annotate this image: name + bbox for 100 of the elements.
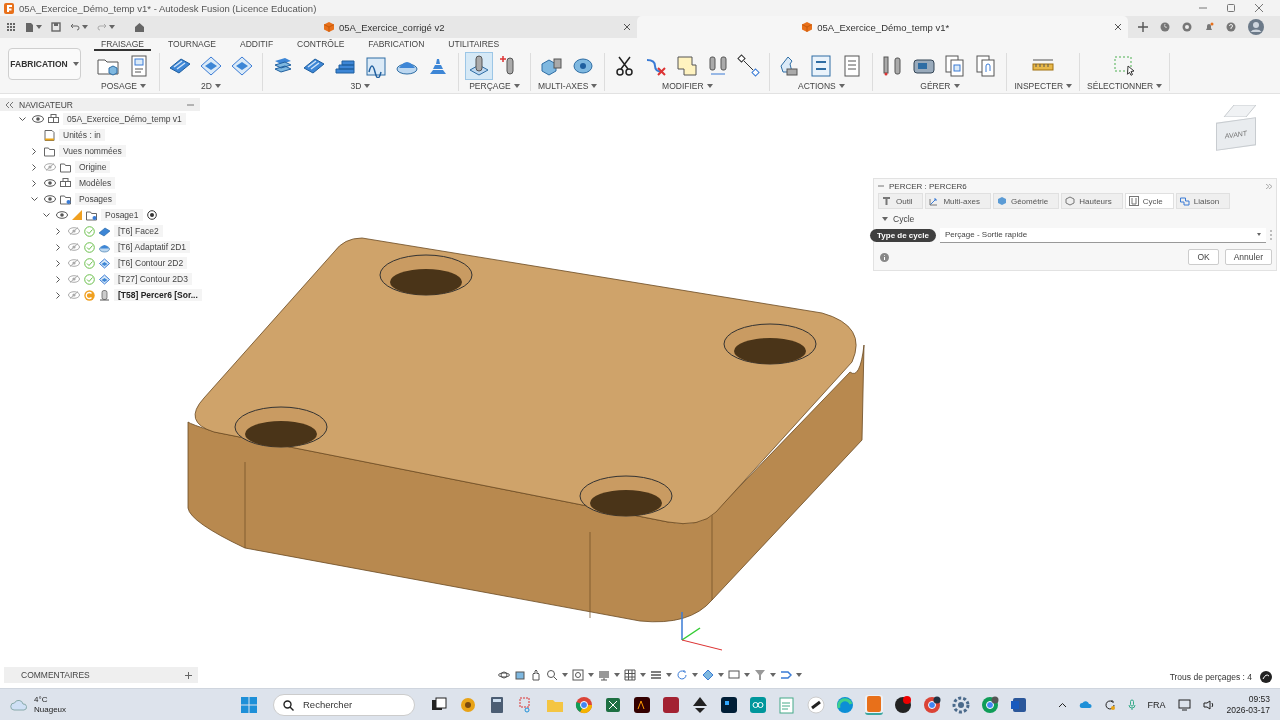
chevron-down-icon[interactable] (30, 196, 38, 202)
tree-item-label[interactable]: Posages (75, 193, 117, 205)
dialog-tab[interactable]: Outil (878, 193, 924, 209)
dialog-tab[interactable]: Liaison (1175, 193, 1231, 209)
start-icon[interactable] (240, 695, 258, 714)
app-tile-icon[interactable] (720, 695, 738, 714)
funnel-icon[interactable] (754, 669, 766, 681)
monitor-icon[interactable] (728, 669, 740, 681)
ribbon-group-menu[interactable]: 2D (201, 81, 221, 91)
cloud-icon[interactable] (1078, 700, 1092, 709)
tree-item-label[interactable]: [T6] Contour 2D2 (114, 257, 188, 269)
document-icon[interactable] (1010, 695, 1028, 714)
gear-icon[interactable] (952, 695, 970, 714)
chevron-right-icon[interactable] (31, 179, 37, 187)
drill-bit-icon[interactable] (466, 53, 492, 79)
refresh-icon[interactable] (676, 669, 688, 681)
eye-icon[interactable] (56, 211, 68, 219)
workspace-dropdown[interactable]: FABRICATION (8, 48, 81, 80)
clock-icon[interactable] (1160, 22, 1170, 32)
app-tile-icon[interactable] (662, 695, 680, 714)
ribbon-tab[interactable]: ADDITIF (233, 38, 281, 51)
plus-icon[interactable] (185, 671, 192, 679)
ribbon-tab[interactable]: UTILITAIRES (441, 38, 507, 51)
ribbon-tab[interactable]: FABRICATION (361, 38, 432, 51)
zoom-window-icon[interactable] (572, 669, 584, 681)
zoom-icon[interactable] (546, 669, 558, 681)
tree-item-label[interactable]: Modèles (75, 177, 116, 189)
browser-icon[interactable] (981, 695, 999, 714)
dialog-tab[interactable]: Hauteurs (1061, 193, 1123, 209)
tree-item-label[interactable]: [T6] Adaptatif 2D1 (114, 241, 191, 253)
close-icon[interactable] (1114, 23, 1122, 31)
orbit-icon[interactable] (498, 669, 510, 681)
ribbon-group-menu[interactable]: PERÇAGE (469, 81, 520, 91)
tree-item-label[interactable]: Origine (75, 161, 111, 173)
ribbon-group-menu[interactable]: 3D (350, 81, 371, 91)
ok-button[interactable]: OK (1188, 249, 1219, 265)
chevron-right-icon[interactable] (55, 243, 61, 251)
dialog-tab[interactable]: Géométrie (992, 193, 1060, 209)
search-field[interactable]: Rechercher (273, 693, 415, 716)
document-tab[interactable]: 05A_Exercice_Démo_temp v1* (636, 16, 1128, 38)
ribbon-tab[interactable]: FRAISAGE (94, 38, 151, 51)
hand-icon[interactable] (530, 669, 542, 681)
record-icon[interactable] (894, 695, 912, 714)
chevron-right-icon[interactable] (31, 163, 37, 171)
tree-item-label[interactable]: Unités : in (59, 129, 105, 141)
chevron-right-icon[interactable] (55, 259, 61, 267)
ribbon-group-menu[interactable]: SÉLECTIONNER (1087, 81, 1163, 91)
chevron-down-icon[interactable] (42, 212, 50, 218)
ribbon-group-menu[interactable]: POSAGE (101, 81, 146, 91)
tree-item-label[interactable]: [T27] Contour 2D3 (114, 273, 192, 285)
speaker-icon[interactable] (1202, 699, 1215, 710)
close-icon[interactable] (622, 23, 631, 31)
tree-item-label[interactable]: [T58] Percer6 [Sor... (114, 289, 202, 301)
look-at-icon[interactable] (514, 669, 526, 681)
ribbon-tab[interactable]: TOURNAGE (161, 38, 223, 51)
display-icon[interactable] (598, 669, 610, 681)
app-tile-icon[interactable] (865, 694, 883, 715)
tree-item-label[interactable]: Posage1 (101, 209, 143, 221)
chevron-up-icon[interactable] (1057, 701, 1067, 708)
bell-icon[interactable] (1204, 22, 1214, 32)
chevron-down-icon[interactable] (18, 116, 26, 122)
circle-logo-icon[interactable] (807, 695, 825, 714)
spreadsheet-icon[interactable] (604, 695, 622, 714)
network-icon[interactable] (1177, 698, 1191, 711)
cancel-button[interactable]: Annuler (1224, 249, 1272, 265)
job-status-icon[interactable] (1182, 22, 1192, 32)
eye-icon[interactable] (44, 195, 56, 203)
ribbon-group-menu[interactable]: ACTIONS (798, 81, 845, 91)
calculator-icon[interactable] (488, 695, 506, 714)
eye-icon[interactable] (44, 179, 56, 187)
dialog-tab[interactable]: Cycle (1124, 193, 1174, 209)
app-tile-icon[interactable] (633, 695, 651, 714)
tree-item-label[interactable]: 05A_Exercice_Démo_temp v1 (63, 113, 186, 125)
cycle-type-dropdown[interactable]: Perçage - Sortie rapide (939, 227, 1266, 243)
tree-item-label[interactable]: [T6] Face2 (114, 225, 163, 237)
plus-icon[interactable] (1138, 22, 1148, 32)
close-icon[interactable] (1254, 3, 1264, 13)
file-icon[interactable] (25, 21, 34, 33)
undo-icon[interactable] (70, 23, 80, 31)
save-icon[interactable] (51, 22, 61, 32)
tool-path-icon[interactable] (780, 669, 792, 681)
tree-item-label[interactable]: Vues nommées (59, 145, 126, 157)
dialog-tab[interactable]: Multi-axes (925, 193, 991, 209)
clock[interactable]: 09:53 2026-03-17 (1226, 693, 1270, 716)
help-icon[interactable] (1226, 22, 1236, 32)
infinity-icon[interactable] (749, 695, 767, 714)
browser-icon[interactable] (923, 695, 941, 714)
apps-grid-icon[interactable] (6, 22, 16, 32)
connected-nodes-icon[interactable] (736, 53, 763, 79)
chevron-right-icon[interactable] (55, 227, 61, 235)
document-tab[interactable]: 05A_Exercice_corrigé v2 (145, 16, 637, 38)
maximize-icon[interactable] (1226, 3, 1236, 13)
ribbon-group-menu[interactable]: MODIFIER (662, 81, 713, 91)
eye-icon[interactable] (32, 115, 44, 123)
chevron-right-icon[interactable] (31, 147, 37, 155)
triangle-down-icon[interactable] (882, 217, 888, 221)
layers-icon[interactable] (650, 669, 662, 681)
collapse-panel-icon[interactable] (6, 101, 13, 108)
info-icon[interactable] (880, 252, 889, 262)
ribbon-group-menu[interactable]: INSPECTER (1014, 81, 1073, 91)
